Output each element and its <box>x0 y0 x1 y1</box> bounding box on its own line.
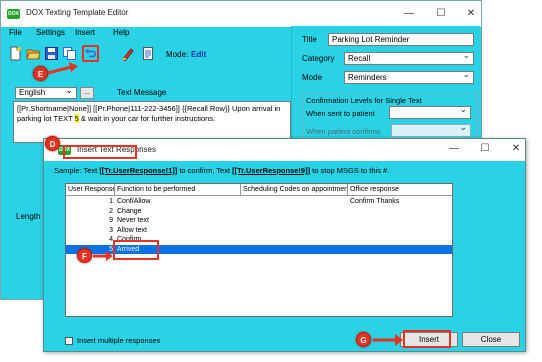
sample-prefix: Sample: Text <box>54 166 100 175</box>
column-scheduling-codes[interactable]: Scheduling Codes on appointment <box>241 184 348 196</box>
sent-to-patient-select[interactable] <box>389 104 471 119</box>
open-folder-icon[interactable] <box>25 45 42 62</box>
cell-scheduling-codes <box>243 216 346 225</box>
highlight-box <box>63 145 137 159</box>
table-row[interactable]: 3 Allow text <box>66 226 452 235</box>
cell-scheduling-codes <box>243 207 346 216</box>
patient-confirms-select[interactable] <box>391 122 471 137</box>
category-label: Category <box>302 54 335 63</box>
cell-function: Never text <box>117 217 149 224</box>
cell-scheduling-codes <box>243 197 346 206</box>
spellcheck-icon[interactable] <box>120 45 137 62</box>
cell-office-response <box>350 245 450 254</box>
new-doc-icon[interactable] <box>7 45 24 62</box>
dialog-minimize-button[interactable]: — <box>444 142 464 156</box>
dialog-maximize-button[interactable]: ☐ <box>475 142 495 156</box>
menu-settings[interactable]: Settings <box>36 28 65 37</box>
table-row[interactable]: 9 Never text <box>66 216 452 225</box>
maximize-button[interactable]: ☐ <box>431 7 451 21</box>
mode-value: Edit <box>191 50 207 59</box>
language-options-button[interactable]: ... <box>80 87 94 99</box>
column-office-response[interactable]: Office response <box>348 184 452 196</box>
annotation-f-badge: F <box>77 248 92 263</box>
menu-file[interactable]: File <box>9 28 22 37</box>
editor-titlebar: DOX DOX Texting Template Editor — ☐ ✕ <box>1 1 481 27</box>
cell-office-response <box>350 226 450 235</box>
mode-select[interactable]: Reminders <box>344 69 474 84</box>
arrow-icon <box>93 251 113 261</box>
annotation-g-badge: G <box>356 332 371 347</box>
window-title: DOX Texting Template Editor <box>26 8 129 17</box>
mode-label: Mode: <box>166 50 189 59</box>
sample-instructions: Sample: Text [[Tr.UserResponse!1]] to co… <box>54 166 389 175</box>
table-row[interactable]: 1 Conf/Allow Confirm Thanks <box>66 197 452 206</box>
dialog-close-button[interactable]: ✕ <box>506 142 526 156</box>
close-button[interactable]: ✕ <box>461 7 481 21</box>
menu-help[interactable]: Help <box>113 28 129 37</box>
column-function[interactable]: Function to be performed <box>115 184 241 196</box>
save-icon[interactable] <box>43 45 60 62</box>
title-input[interactable]: Parking Lot Reminder <box>328 33 474 46</box>
cell-user-response: 9 <box>109 217 113 224</box>
insert-multiple-checkbox[interactable] <box>65 337 73 345</box>
copy-icon[interactable] <box>61 45 78 62</box>
annotation-d-badge: D <box>45 136 60 151</box>
cell-office-response <box>350 235 450 244</box>
table-row[interactable]: 2 Change <box>66 207 452 216</box>
cell-user-response: 1 <box>109 198 113 205</box>
highlight-box <box>403 330 451 348</box>
sample-token-stop: [[Tr.UserResponse!9]] <box>232 166 311 175</box>
cell-user-response: 4 <box>109 236 113 243</box>
cell-office-response <box>350 216 450 225</box>
cell-scheduling-codes <box>243 235 346 244</box>
highlight-box <box>113 240 159 260</box>
language-select[interactable]: English <box>15 85 77 99</box>
sample-token-confirm: [[Tr.UserResponse!1]] <box>99 166 178 175</box>
close-dialog-button[interactable]: Close <box>462 332 520 347</box>
cell-office-response <box>350 207 450 216</box>
sample-mid: to confirm, Text <box>177 166 233 175</box>
text-message-label: Text Message <box>117 88 167 97</box>
arrow-icon <box>373 334 403 346</box>
annotation-e-badge: E <box>33 66 48 81</box>
undo-icon[interactable] <box>82 45 99 62</box>
insert-multiple-label: Insert multiple responses <box>77 336 161 345</box>
cell-function: Change <box>117 207 142 215</box>
confirmation-heading: Confirmation Levels for Single Text <box>306 96 422 105</box>
message-text-end: & wait in your car for further instructi… <box>78 114 216 123</box>
title-label: Title <box>302 35 317 44</box>
app-logo: DOX <box>7 9 20 19</box>
cell-office-response: Confirm Thanks <box>350 198 400 205</box>
cell-user-response: 3 <box>109 226 113 234</box>
arrow-icon <box>47 62 78 75</box>
minimize-button[interactable]: — <box>399 7 419 21</box>
menu-insert[interactable]: Insert <box>75 28 95 37</box>
cell-scheduling-codes <box>243 245 346 254</box>
preview-icon[interactable] <box>140 45 157 62</box>
sample-suffix: to stop MSGS to this #. <box>310 166 390 175</box>
category-select[interactable]: Recall <box>344 50 474 65</box>
patient-confirms-label: When patient confirms <box>306 127 381 136</box>
cell-scheduling-codes <box>243 226 346 235</box>
cell-function: Conf/Allow <box>117 198 151 205</box>
cell-user-response: 2 <box>109 207 113 215</box>
mode-select-label: Mode <box>302 73 323 82</box>
sent-to-patient-label: When sent to patient <box>306 109 375 118</box>
column-user-response[interactable]: User Response <box>66 184 115 196</box>
cell-function: Allow text <box>117 226 147 234</box>
